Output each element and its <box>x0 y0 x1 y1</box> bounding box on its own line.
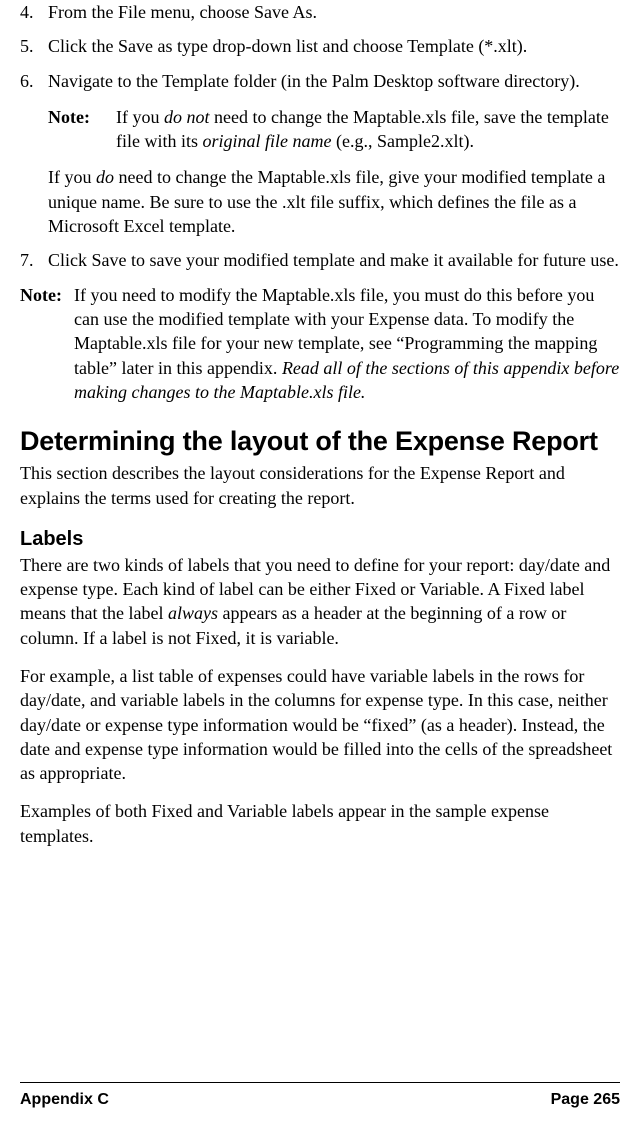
emphasis: always <box>168 603 218 623</box>
footer-right: Page 265 <box>551 1091 620 1109</box>
section-intro: This section describes the layout consid… <box>20 461 620 510</box>
page-content: 4. From the File menu, choose Save As. 5… <box>20 0 620 848</box>
step-5: 5. Click the Save as type drop-down list… <box>20 34 620 58</box>
step-number: 5. <box>20 34 48 58</box>
step-6: 6. Navigate to the Template folder (in t… <box>20 69 620 93</box>
footer-left: Appendix C <box>20 1091 109 1109</box>
ordered-steps: 4. From the File menu, choose Save As. 5… <box>20 0 620 93</box>
note-text: If you need to modify the Maptable.xls f… <box>74 283 620 404</box>
step-4: 4. From the File menu, choose Save As. <box>20 0 620 24</box>
labels-paragraph-3: Examples of both Fixed and Variable labe… <box>20 799 620 848</box>
text-frag: need to change the Maptable.xls file, gi… <box>48 167 605 236</box>
subsection-heading: Labels <box>20 528 620 551</box>
ordered-steps-cont: 7. Click Save to save your modified temp… <box>20 248 620 272</box>
note-text: If you do not need to change the Maptabl… <box>116 105 620 154</box>
emphasis: original file name <box>203 131 332 151</box>
page-footer: Appendix C Page 265 <box>20 1082 620 1109</box>
step-number: 4. <box>20 0 48 24</box>
step-number: 7. <box>20 248 48 272</box>
labels-paragraph-2: For example, a list table of expenses co… <box>20 664 620 785</box>
step-text: From the File menu, choose Save As. <box>48 0 620 24</box>
step-6-continuation: If you do need to change the Maptable.xl… <box>48 165 620 238</box>
step-text: Click Save to save your modified templat… <box>48 248 620 272</box>
nested-note: Note: If you do not need to change the M… <box>48 105 620 154</box>
step-number: 6. <box>20 69 48 93</box>
labels-paragraph-1: There are two kinds of labels that you n… <box>20 553 620 650</box>
step-text: Navigate to the Template folder (in the … <box>48 69 620 93</box>
note-label: Note: <box>20 283 74 404</box>
section-heading: Determining the layout of the Expense Re… <box>20 426 620 457</box>
step-text: Click the Save as type drop-down list an… <box>48 34 620 58</box>
outer-note: Note: If you need to modify the Maptable… <box>20 283 620 404</box>
text-frag: If you <box>48 167 96 187</box>
emphasis: do not <box>164 107 210 127</box>
text-frag: (e.g., Sample2.xlt). <box>332 131 474 151</box>
text-frag: If you <box>116 107 164 127</box>
note-label: Note: <box>48 105 116 154</box>
step-7: 7. Click Save to save your modified temp… <box>20 248 620 272</box>
emphasis: do <box>96 167 114 187</box>
